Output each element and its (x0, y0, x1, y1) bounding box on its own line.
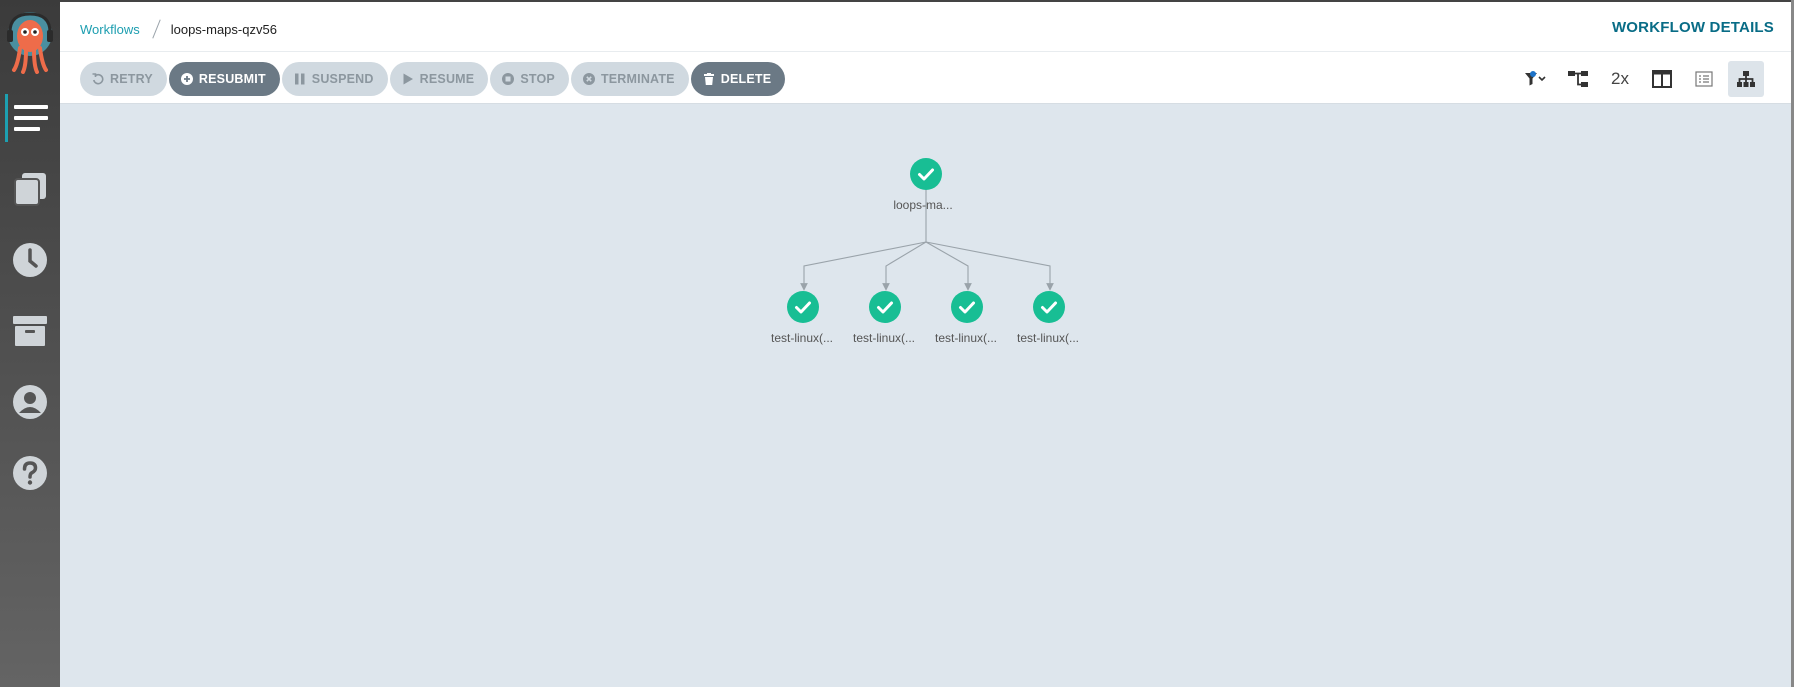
breadcrumb-workflows-link[interactable]: Workflows (80, 22, 140, 37)
toolbar: RETRY RESUBMIT SUSPEND RESUME STOP TERMI… (60, 52, 1794, 104)
workflow-templates-icon (14, 172, 46, 206)
suspend-button[interactable]: SUSPEND (281, 62, 388, 96)
sidebar-item-archive[interactable] (0, 295, 60, 366)
workflows-icon (14, 104, 48, 131)
sidebar (0, 0, 60, 687)
graph-node-child[interactable]: test-linux(... (853, 291, 915, 345)
graph-edge (800, 241, 927, 291)
suspend-label: SUSPEND (311, 72, 374, 86)
resume-button[interactable]: RESUME (389, 62, 489, 96)
times-circle-icon (582, 73, 595, 85)
retry-icon (92, 73, 104, 85)
sidebar-item-workflow-templates[interactable] (0, 153, 60, 224)
list-alt-icon (1695, 71, 1713, 87)
terminate-button[interactable]: TERMINATE (570, 62, 689, 96)
retry-button[interactable]: RETRY (80, 62, 167, 96)
clock-icon (13, 242, 47, 277)
breadcrumb-current: loops-maps-qzv56 (170, 21, 277, 37)
pause-icon (294, 73, 306, 85)
graph-node-root[interactable]: loops-ma... (893, 158, 953, 212)
terminate-label: TERMINATE (600, 72, 675, 86)
graph-view-toggle[interactable] (1728, 61, 1764, 97)
resubmit-button[interactable]: RESUBMIT (168, 62, 280, 96)
sitemap-icon (1568, 71, 1588, 87)
node-label: test-linux(... (935, 331, 997, 345)
filter-icon (1525, 71, 1546, 86)
graph-node-child[interactable]: test-linux(... (935, 291, 997, 345)
collapse-nodes-toggle[interactable] (1560, 61, 1596, 97)
graph-node-child[interactable]: test-linux(... (771, 291, 833, 345)
sidebar-item-cron-workflows[interactable] (0, 224, 60, 295)
retry-label: RETRY (110, 72, 153, 86)
stop-circle-icon (502, 73, 515, 85)
stop-button[interactable]: STOP (490, 62, 569, 96)
breadcrumb: Workflows loops-maps-qzv56 (80, 19, 277, 39)
zoom-toggle[interactable]: 2x (1602, 61, 1638, 97)
node-label: test-linux(... (1017, 331, 1079, 345)
graph-node-child[interactable]: test-linux(... (1017, 291, 1079, 345)
help-icon (13, 455, 47, 490)
sidebar-item-workflows[interactable] (0, 82, 60, 153)
graph-edge (925, 241, 1054, 291)
sidebar-item-user[interactable] (0, 366, 60, 437)
columns-icon (1652, 70, 1672, 88)
timeline-view-toggle[interactable] (1686, 61, 1722, 97)
breadcrumb-separator (152, 19, 161, 39)
view-tools: 2x (1518, 61, 1764, 97)
archive-icon (13, 315, 47, 346)
action-buttons: RETRY RESUBMIT SUSPEND RESUME STOP TERMI… (80, 62, 786, 96)
split-view-toggle[interactable] (1644, 61, 1680, 97)
play-icon (402, 73, 414, 85)
node-label: test-linux(... (771, 331, 833, 345)
sidebar-item-help[interactable] (0, 437, 60, 508)
plus-circle-icon (180, 73, 193, 85)
trash-icon (703, 73, 715, 85)
resume-label: RESUME (419, 72, 475, 86)
hierarchy-icon (1737, 71, 1755, 87)
argo-logo[interactable] (6, 10, 54, 74)
user-icon (13, 384, 47, 419)
workflow-graph-canvas: loops-ma... test-linux(... test-linux(..… (60, 104, 1794, 687)
stop-label: STOP (520, 72, 555, 86)
resubmit-label: RESUBMIT (198, 72, 266, 86)
node-label: loops-ma... (893, 198, 952, 212)
node-label: test-linux(... (853, 331, 915, 345)
top-bar: Workflows loops-maps-qzv56 WORKFLOW DETA… (60, 0, 1794, 52)
delete-button[interactable]: DELETE (690, 62, 786, 96)
filter-dropdown[interactable] (1518, 61, 1554, 97)
workflow-graph: loops-ma... test-linux(... test-linux(..… (771, 158, 1079, 345)
page-title: WORKFLOW DETAILS (1611, 19, 1774, 36)
delete-label: DELETE (720, 72, 772, 86)
